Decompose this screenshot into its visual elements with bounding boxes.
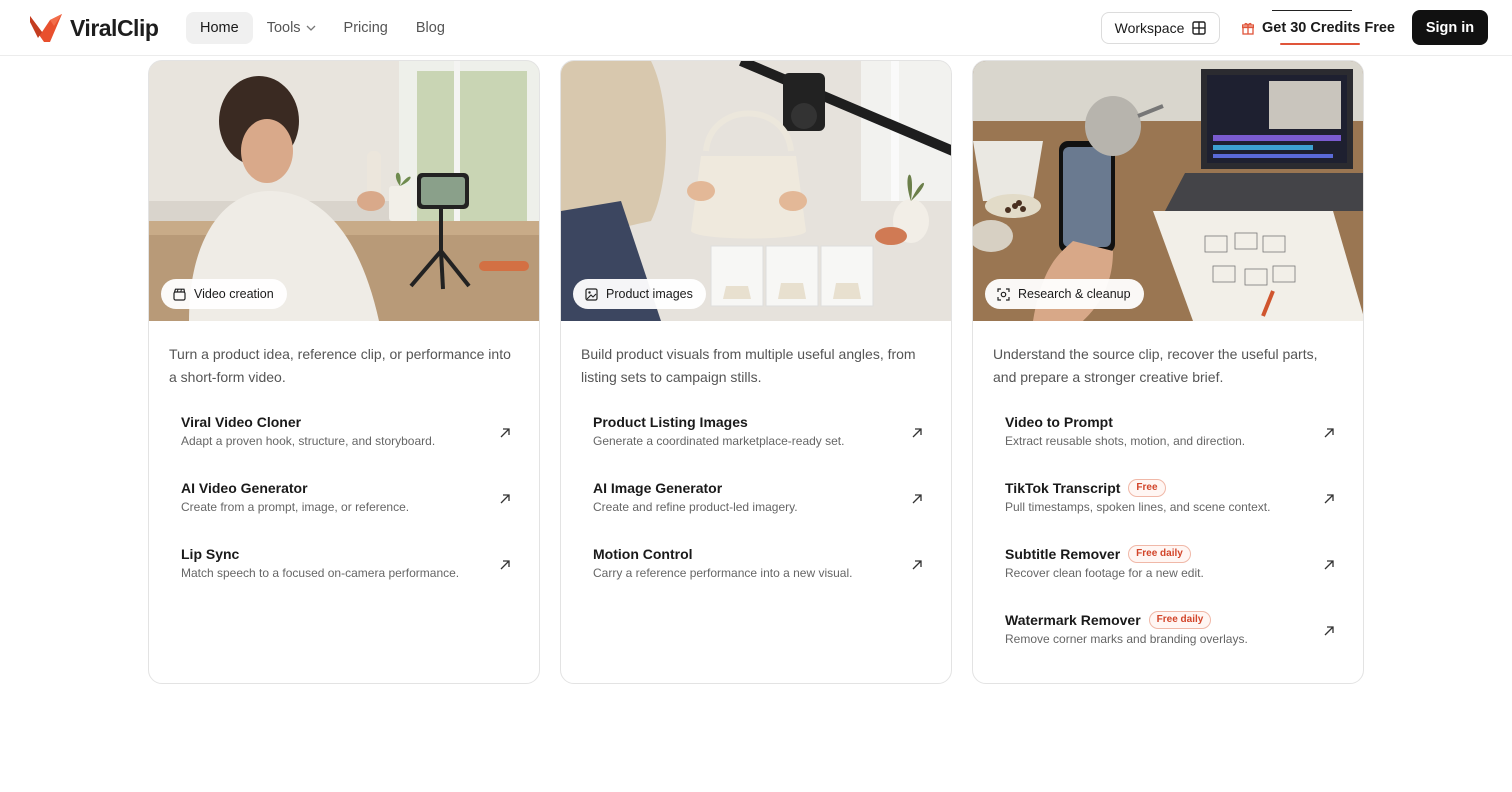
free-tag: Free <box>1128 479 1166 497</box>
tool-item-tiktok-transcript[interactable]: TikTok Transcript Free Pull timestamps, s… <box>1005 477 1335 543</box>
workspace-label: Workspace <box>1114 20 1185 36</box>
free-daily-tag: Free daily <box>1128 545 1191 563</box>
category-badge: Product images <box>573 279 706 309</box>
tool-subtitle: Match speech to a focused on-camera perf… <box>181 566 460 580</box>
brand-logo[interactable]: ViralClip <box>28 12 159 44</box>
arrow-up-right-icon <box>500 560 510 570</box>
tool-subtitle: Carry a reference performance into a new… <box>593 566 853 580</box>
workspace-button[interactable]: Workspace <box>1101 12 1220 44</box>
card-image: Product images <box>561 61 951 321</box>
tool-title: TikTok Transcript <box>1005 480 1121 496</box>
image-icon <box>585 287 598 301</box>
arrow-up-right-icon <box>1324 560 1334 570</box>
tool-title: Product Listing Images <box>593 414 748 430</box>
tool-title: Video to Prompt <box>1005 414 1113 430</box>
badge-label: Product images <box>606 287 693 301</box>
nav-pricing-label: Pricing <box>343 20 388 36</box>
get-credits-link[interactable]: Get 30 Credits Free <box>1242 12 1395 44</box>
sign-in-button[interactable]: Sign in <box>1412 10 1488 45</box>
arrow-up-right-icon <box>1324 428 1334 438</box>
tool-title: Subtitle Remover <box>1005 546 1121 562</box>
nav-home[interactable]: Home <box>186 12 253 44</box>
main-nav: Home Tools Pricing Blog <box>186 12 459 44</box>
category-badge: Video creation <box>161 279 287 309</box>
tool-subtitle: Extract reusable shots, motion, and dire… <box>1005 434 1246 448</box>
tool-item-viral-video-cloner[interactable]: Viral Video Cloner Adapt a proven hook, … <box>181 411 511 477</box>
tool-item-ai-video-generator[interactable]: AI Video Generator Create from a prompt,… <box>181 477 511 543</box>
nav-blog[interactable]: Blog <box>402 12 459 44</box>
tool-subtitle: Generate a coordinated marketplace-ready… <box>593 434 845 448</box>
gift-icon <box>1242 22 1254 35</box>
tool-list: Viral Video Cloner Adapt a proven hook, … <box>181 411 511 609</box>
card-description: Build product visuals from multiple usef… <box>581 346 916 385</box>
card-image: Video creation <box>149 61 539 321</box>
brand-name: ViralClip <box>70 14 159 41</box>
card-product-images: Product images Build product visuals fro… <box>560 60 952 684</box>
tool-item-ai-image-generator[interactable]: AI Image Generator Create and refine pro… <box>593 477 923 543</box>
nav-blog-label: Blog <box>415 20 445 36</box>
arrow-up-right-icon <box>912 428 922 438</box>
nav-pricing[interactable]: Pricing <box>330 12 402 44</box>
scan-icon <box>997 287 1010 301</box>
viralclip-logo-icon <box>30 14 62 42</box>
tool-subtitle: Pull timestamps, spoken lines, and scene… <box>1005 500 1271 514</box>
tool-item-video-to-prompt[interactable]: Video to Prompt Extract reusable shots, … <box>1005 411 1335 477</box>
tool-list: Video to Prompt Extract reusable shots, … <box>1005 411 1335 675</box>
tool-list: Product Listing Images Generate a coordi… <box>593 411 923 609</box>
tool-title: AI Video Generator <box>181 480 308 496</box>
tool-subtitle: Adapt a proven hook, structure, and stor… <box>181 434 436 448</box>
tool-title: Lip Sync <box>181 546 240 562</box>
category-badge: Research & cleanup <box>985 279 1144 309</box>
card-video-creation: Video creation Turn a product idea, refe… <box>148 60 540 684</box>
badge-label: Research & cleanup <box>1018 287 1131 301</box>
tool-item-subtitle-remover[interactable]: Subtitle Remover Free daily Recover clean… <box>1005 543 1335 609</box>
arrow-up-right-icon <box>912 560 922 570</box>
card-description: Turn a product idea, reference clip, or … <box>169 346 511 385</box>
badge-label: Video creation <box>194 287 274 301</box>
tool-subtitle: Recover clean footage for a new edit. <box>1005 566 1204 580</box>
arrow-up-right-icon <box>912 494 922 504</box>
tool-title: Motion Control <box>593 546 693 562</box>
top-navbar: ViralClip Home Tools Pricing Blog Worksp… <box>0 0 1512 56</box>
tool-item-watermark-remover[interactable]: Watermark Remover Free daily Remove corne… <box>1005 609 1335 675</box>
tool-subtitle: Create and refine product-led imagery. <box>593 500 798 514</box>
arrow-up-right-icon <box>500 428 510 438</box>
credits-label: Get 30 Credits Free <box>1262 20 1395 36</box>
credits-decor-line <box>1272 10 1352 11</box>
tool-subtitle: Create from a prompt, image, or referenc… <box>181 500 410 514</box>
arrow-up-right-icon <box>1324 626 1334 636</box>
card-description: Understand the source clip, recover the … <box>993 346 1318 385</box>
card-research-cleanup: Research & cleanup Understand the source… <box>972 60 1364 684</box>
nav-tools[interactable]: Tools <box>253 12 330 44</box>
arrow-up-right-icon <box>500 494 510 504</box>
free-daily-tag: Free daily <box>1148 611 1212 629</box>
tool-title: Viral Video Cloner <box>181 414 302 430</box>
tool-item-motion-control[interactable]: Motion Control Carry a reference perform… <box>593 543 923 609</box>
tool-title: Watermark Remover <box>1005 612 1141 628</box>
tool-title: AI Image Generator <box>593 480 723 496</box>
nav-home-label: Home <box>200 20 239 36</box>
arrow-up-right-icon <box>1324 494 1334 504</box>
clapperboard-icon <box>173 288 186 301</box>
tool-item-lip-sync[interactable]: Lip Sync Match speech to a focused on-ca… <box>181 543 511 609</box>
chevron-down-icon <box>306 23 316 34</box>
tool-item-product-listing-images[interactable]: Product Listing Images Generate a coordi… <box>593 411 923 477</box>
grid-icon <box>1192 21 1207 35</box>
tool-subtitle: Remove corner marks and branding overlay… <box>1005 632 1248 646</box>
nav-tools-label: Tools <box>266 20 301 36</box>
card-image: Research & cleanup <box>973 61 1363 321</box>
credits-underline <box>1280 43 1360 45</box>
